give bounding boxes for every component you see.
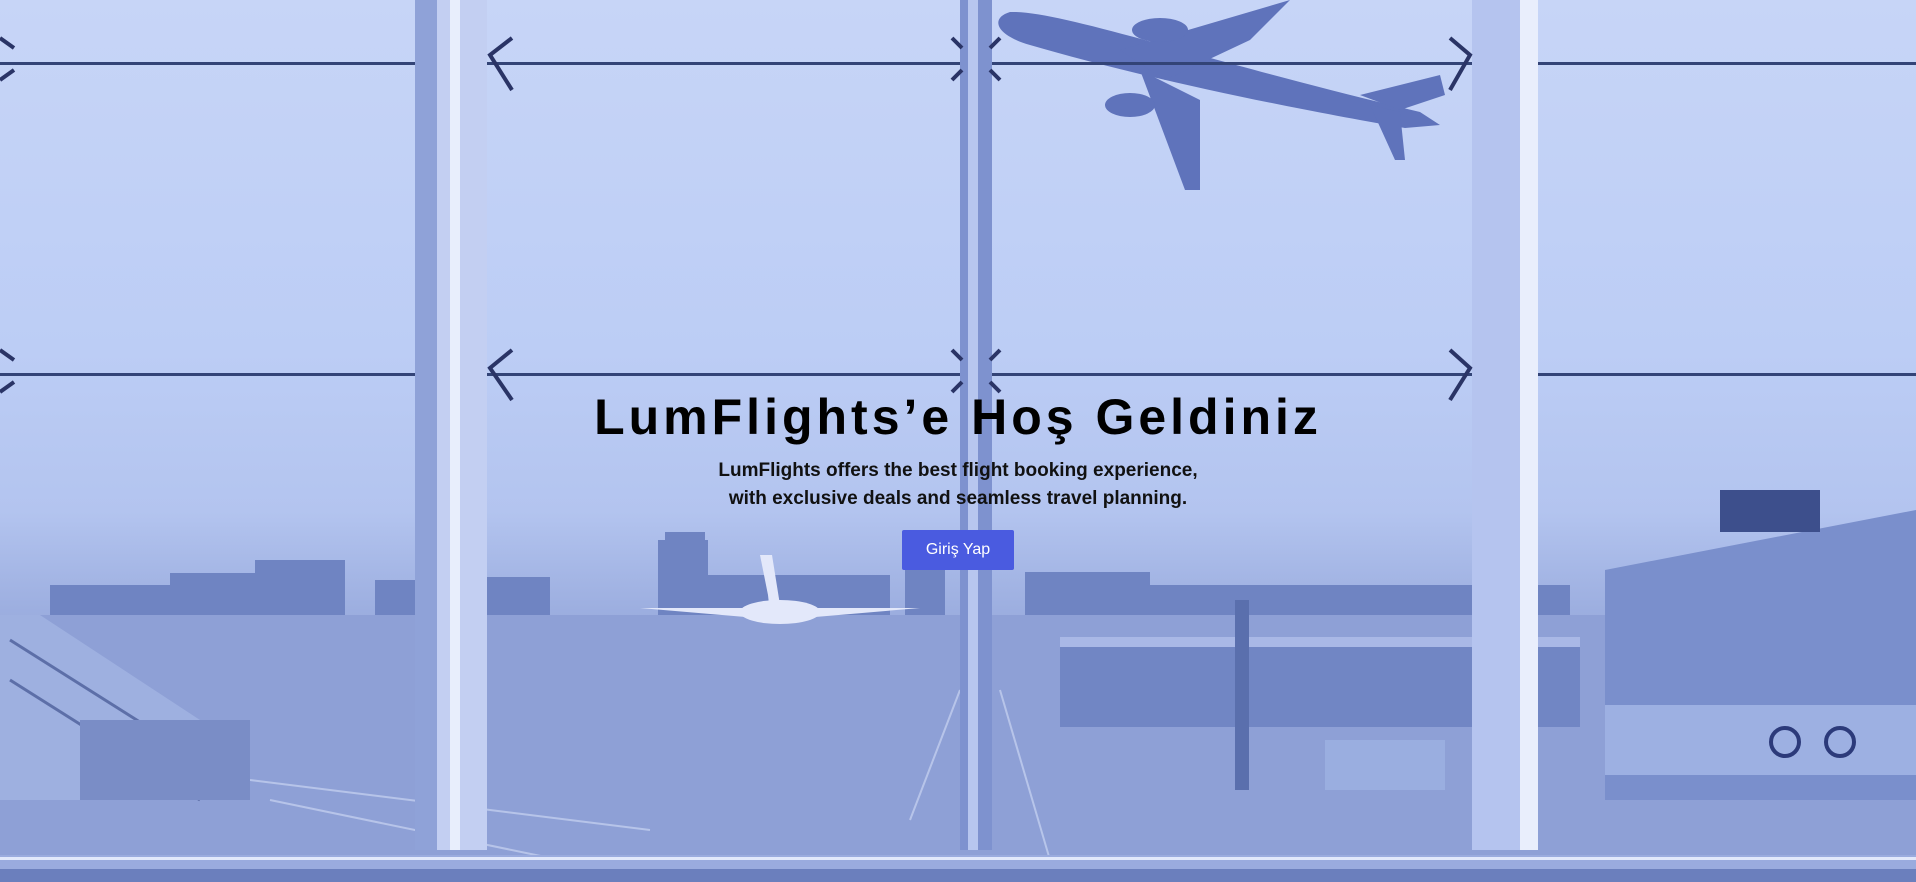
login-button[interactable]: Giriş Yap (902, 530, 1014, 570)
hero-section: LumFlights’e Hoş Geldiniz LumFlights off… (0, 0, 1916, 882)
hero-title: LumFlights’e Hoş Geldiniz (594, 389, 1322, 445)
hero-subtitle-line-2: with exclusive deals and seamless travel… (728, 488, 1188, 509)
hero-content: LumFlights’e Hoş Geldiniz LumFlights off… (0, 385, 1916, 570)
hero-subtitle-line-1: LumFlights offers the best flight bookin… (718, 460, 1198, 481)
hero-subtitle: LumFlights offers the best flight bookin… (0, 457, 1916, 513)
flying-plane (998, 0, 1445, 190)
